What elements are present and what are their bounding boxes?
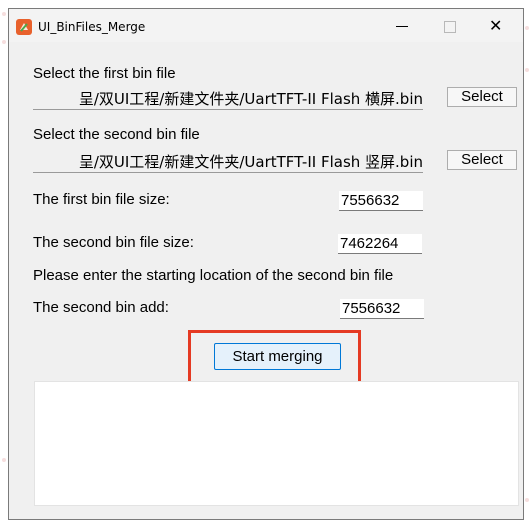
close-icon: ✕	[489, 16, 503, 35]
minimize-button[interactable]	[385, 9, 421, 42]
minimize-icon	[396, 26, 408, 27]
first-bin-path-field[interactable]: 呈/双UI工程/新建文件夹/UartTFT-II Flash 横屏.bin	[33, 88, 423, 110]
output-log-area[interactable]	[34, 381, 519, 506]
select-first-bin-button[interactable]: Select	[447, 87, 517, 107]
start-location-prompt: Please enter the starting location of th…	[33, 267, 394, 284]
close-button[interactable]: ✕	[478, 9, 514, 42]
window-title: UI_BinFiles_Merge	[38, 20, 146, 34]
second-size-field[interactable]: 7462264	[338, 234, 422, 254]
first-bin-label: Select the first bin file	[33, 65, 176, 82]
second-bin-label: Select the second bin file	[33, 126, 200, 143]
second-bin-path-field[interactable]: 呈/双UI工程/新建文件夹/UartTFT-II Flash 竖屏.bin	[33, 151, 423, 173]
app-logo-icon	[16, 19, 32, 35]
start-merging-button[interactable]: Start merging	[214, 343, 341, 370]
second-bin-add-input[interactable]: 7556632	[340, 299, 424, 319]
app-window: UI_BinFiles_Merge ✕ Select the first bin…	[8, 8, 524, 520]
second-size-label: The second bin file size:	[33, 234, 194, 251]
select-second-bin-button[interactable]: Select	[447, 150, 517, 170]
first-size-field[interactable]: 7556632	[339, 191, 423, 211]
first-size-label: The first bin file size:	[33, 191, 170, 208]
maximize-button[interactable]	[432, 9, 468, 42]
title-bar[interactable]: UI_BinFiles_Merge ✕	[9, 9, 523, 42]
second-bin-add-label: The second bin add:	[33, 299, 169, 316]
maximize-icon	[444, 21, 456, 33]
